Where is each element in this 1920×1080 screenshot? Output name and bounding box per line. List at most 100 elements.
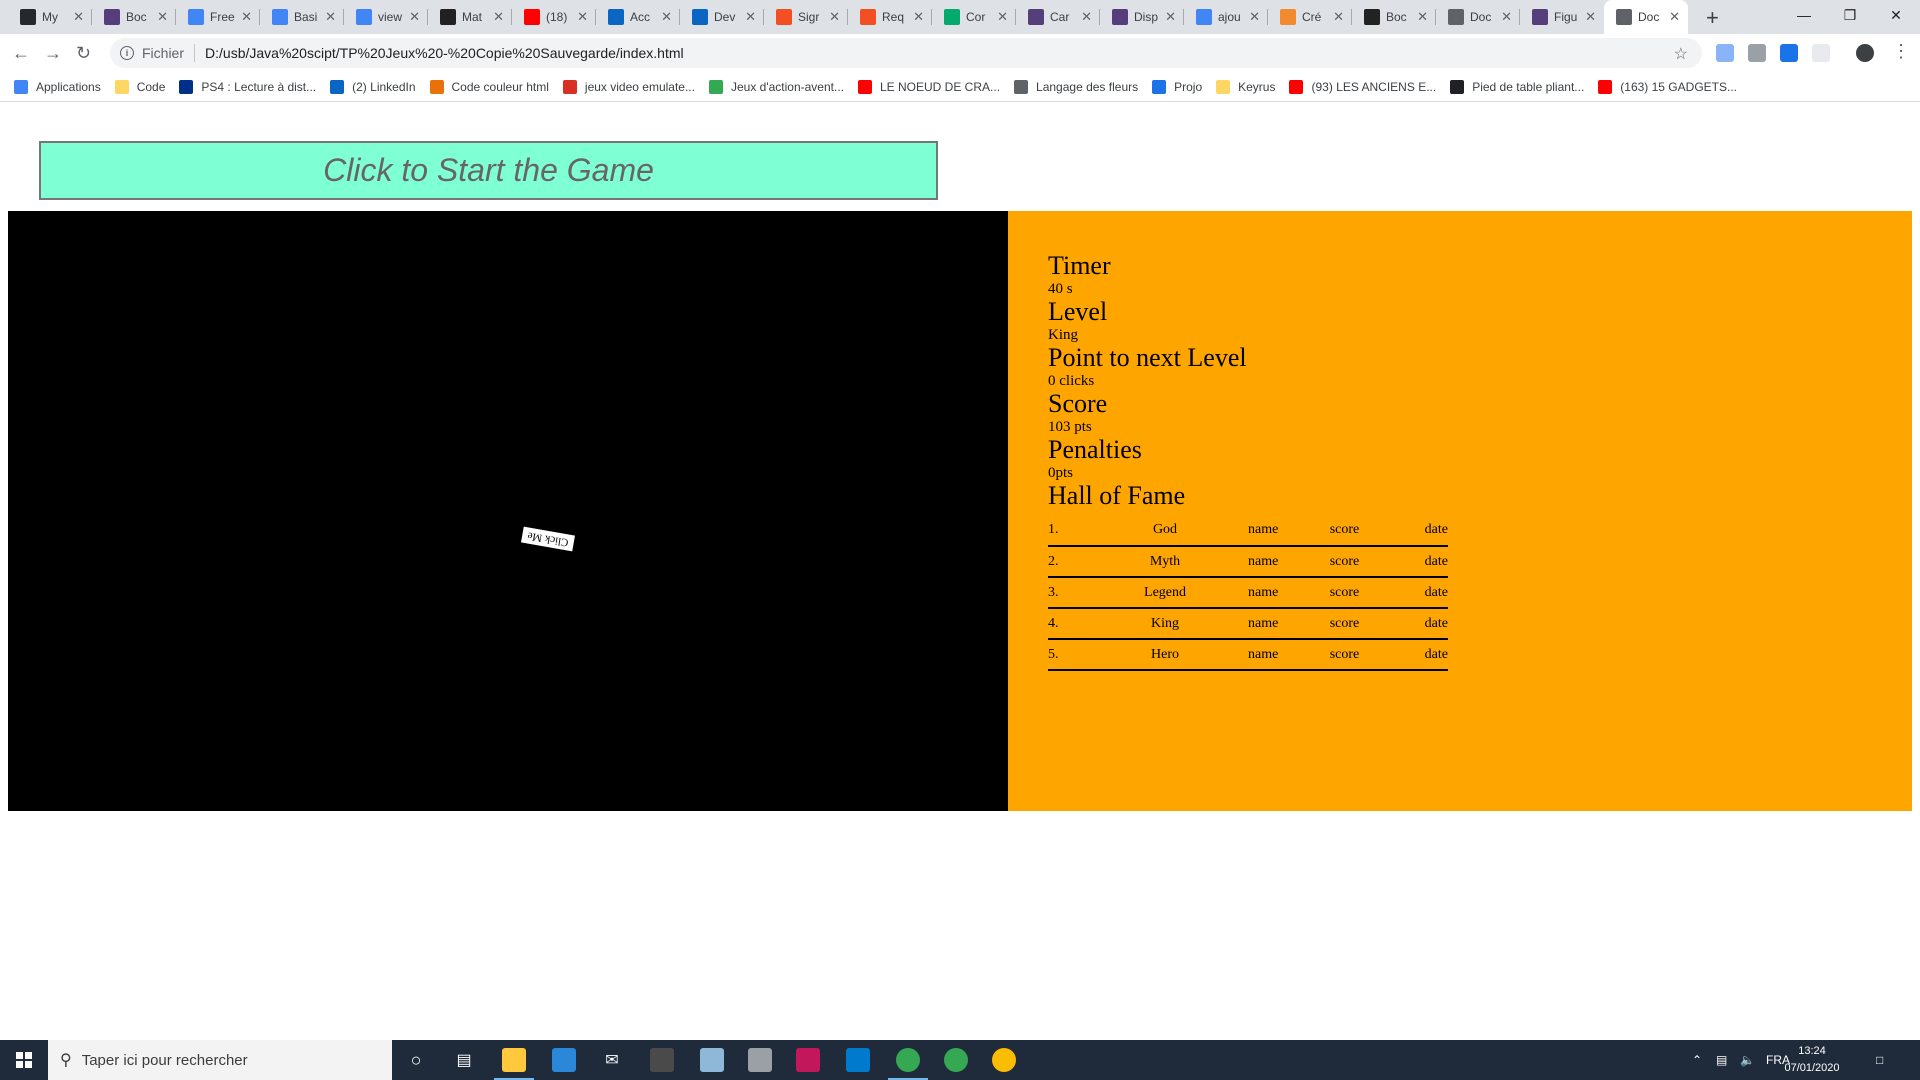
close-tab-icon[interactable]: ✕: [409, 9, 420, 25]
browser-tab[interactable]: Dev ✕: [680, 0, 764, 34]
close-tab-icon[interactable]: ✕: [913, 9, 924, 25]
chrome-icon[interactable]: [944, 1048, 968, 1072]
tray-chevron-icon[interactable]: ⌃: [1692, 1040, 1702, 1080]
close-tab-icon[interactable]: ✕: [1417, 9, 1428, 25]
clock[interactable]: 13:24 07/01/2020: [1782, 1043, 1842, 1077]
browser-tab[interactable]: Disp ✕: [1100, 0, 1184, 34]
back-icon[interactable]: ←: [12, 43, 30, 64]
cortana-icon[interactable]: ○: [404, 1048, 428, 1072]
browser-tab[interactable]: Cor ✕: [932, 0, 1016, 34]
reload-icon[interactable]: ↻: [76, 43, 91, 64]
browser-tab[interactable]: Free ✕: [176, 0, 260, 34]
store-icon[interactable]: [552, 1048, 576, 1072]
tab-label: view: [378, 10, 403, 24]
bookmark-item[interactable]: (2) LinkedIn: [330, 79, 416, 94]
close-tab-icon[interactable]: ✕: [493, 9, 504, 25]
browser-tab[interactable]: Figu ✕: [1520, 0, 1604, 34]
browser-tab[interactable]: Car ✕: [1016, 0, 1100, 34]
extension-icon[interactable]: [1812, 44, 1830, 62]
avatar[interactable]: [1856, 44, 1874, 62]
site-info-icon[interactable]: i: [120, 46, 134, 60]
file-explorer-icon[interactable]: [502, 1048, 526, 1072]
new-tab-button[interactable]: +: [1706, 5, 1719, 31]
tab-label: Car: [1050, 10, 1070, 24]
network-icon[interactable]: ▤: [1716, 1040, 1727, 1080]
close-tab-icon[interactable]: ✕: [325, 9, 336, 25]
chrome-canary-icon[interactable]: [992, 1048, 1016, 1072]
click-target[interactable]: Click Me: [521, 526, 575, 552]
browser-tab[interactable]: Sigr ✕: [764, 0, 848, 34]
notepad-icon[interactable]: [700, 1048, 724, 1072]
bookmarks-bar: Applications Code PS4 : Lecture à dist... (…: [0, 72, 1920, 102]
browser-tab[interactable]: view ✕: [344, 0, 428, 34]
task-view-icon[interactable]: ▤: [452, 1048, 476, 1072]
printer-icon[interactable]: [748, 1048, 772, 1072]
browser-tab[interactable]: Mat ✕: [428, 0, 512, 34]
bookmark-item[interactable]: LE NOEUD DE CRA...: [858, 79, 1000, 94]
browser-tab[interactable]: ajou ✕: [1184, 0, 1268, 34]
bookmark-item[interactable]: Jeux d'action-avent...: [708, 79, 844, 94]
notification-icon[interactable]: □: [1876, 1040, 1883, 1080]
bookmark-item[interactable]: Projo: [1152, 79, 1202, 94]
mail-icon[interactable]: ✉: [600, 1048, 624, 1072]
extension-icon[interactable]: [1716, 44, 1734, 62]
close-tab-icon[interactable]: ✕: [241, 9, 252, 25]
calculator-icon[interactable]: [650, 1048, 674, 1072]
forward-icon[interactable]: →: [44, 43, 62, 64]
windows-start-button[interactable]: [0, 1040, 48, 1080]
browser-tab[interactable]: Basi ✕: [260, 0, 344, 34]
close-tab-icon[interactable]: ✕: [829, 9, 840, 25]
browser-tab[interactable]: Boc ✕: [92, 0, 176, 34]
close-tab-icon[interactable]: ✕: [157, 9, 168, 25]
browser-toolbar: ← → ↻ i Fichier D:/usb/Java%20scipt/TP%2…: [0, 34, 1920, 72]
bookmark-item[interactable]: Code couleur html: [429, 79, 549, 94]
close-tab-icon[interactable]: ✕: [577, 9, 588, 25]
close-tab-icon[interactable]: ✕: [997, 9, 1008, 25]
bookmark-item[interactable]: Keyrus: [1216, 79, 1275, 94]
windows-logo-icon: [16, 1052, 32, 1068]
chrome-icon[interactable]: [896, 1048, 920, 1072]
close-tab-icon[interactable]: ✕: [1249, 9, 1260, 25]
bookmark-item[interactable]: Pied de table pliant...: [1450, 79, 1584, 94]
bookmark-item[interactable]: Code: [114, 79, 165, 94]
close-tab-icon[interactable]: ✕: [1081, 9, 1092, 25]
bookmark-item[interactable]: Langage des fleurs: [1014, 79, 1138, 94]
address-bar[interactable]: i Fichier D:/usb/Java%20scipt/TP%20Jeux%…: [110, 38, 1702, 68]
browser-tab[interactable]: My ✕: [8, 0, 92, 34]
browser-tab[interactable]: (18) ✕: [512, 0, 596, 34]
close-tab-icon[interactable]: ✕: [661, 9, 672, 25]
browser-tab[interactable]: Doc ✕: [1604, 0, 1688, 34]
taskbar-search-input[interactable]: ⚲ Taper ici pour rechercher: [48, 1040, 392, 1080]
bookmark-item[interactable]: PS4 : Lecture à dist...: [179, 79, 316, 94]
browser-tab[interactable]: Boc ✕: [1352, 0, 1436, 34]
start-game-button[interactable]: Click to Start the Game: [39, 141, 938, 200]
close-tab-icon[interactable]: ✕: [73, 9, 84, 25]
close-tab-icon[interactable]: ✕: [1669, 9, 1680, 25]
volume-icon[interactable]: 🔈: [1740, 1040, 1755, 1080]
bookmark-item[interactable]: (163) 15 GADGETS...: [1598, 79, 1737, 94]
bookmark-star-icon[interactable]: ☆: [1674, 44, 1688, 64]
close-tab-icon[interactable]: ✕: [1585, 9, 1596, 25]
bookmark-item[interactable]: jeux video emulate...: [562, 79, 695, 94]
vscode-icon[interactable]: [846, 1048, 870, 1072]
close-window-icon[interactable]: ✕: [1868, 0, 1920, 30]
address-url[interactable]: D:/usb/Java%20scipt/TP%20Jeux%20-%20Copi…: [205, 45, 684, 61]
browser-tab[interactable]: Acc ✕: [596, 0, 680, 34]
close-tab-icon[interactable]: ✕: [1501, 9, 1512, 25]
browser-tab[interactable]: Doc ✕: [1436, 0, 1520, 34]
score-panel: Timer 40 s Level King Point to next Leve…: [1008, 211, 1912, 811]
menu-icon[interactable]: ⋮: [1892, 41, 1910, 62]
bootstrap-icon: [104, 9, 120, 25]
bookmark-item[interactable]: (93) LES ANCIENS E...: [1289, 79, 1436, 94]
close-tab-icon[interactable]: ✕: [1165, 9, 1176, 25]
hall-of-fame-row: 3. Legend name score date: [1048, 577, 1448, 609]
extension-grid-icon[interactable]: [1780, 44, 1798, 62]
game-area[interactable]: Click Me: [8, 211, 1008, 811]
browser-tab[interactable]: Cré ✕: [1268, 0, 1352, 34]
browser-tab[interactable]: Req ✕: [848, 0, 932, 34]
close-tab-icon[interactable]: ✕: [1333, 9, 1344, 25]
bookmark-item[interactable]: Applications: [14, 79, 101, 94]
close-tab-icon[interactable]: ✕: [745, 9, 756, 25]
app-icon[interactable]: [796, 1048, 820, 1072]
camera-icon[interactable]: [1748, 44, 1766, 62]
